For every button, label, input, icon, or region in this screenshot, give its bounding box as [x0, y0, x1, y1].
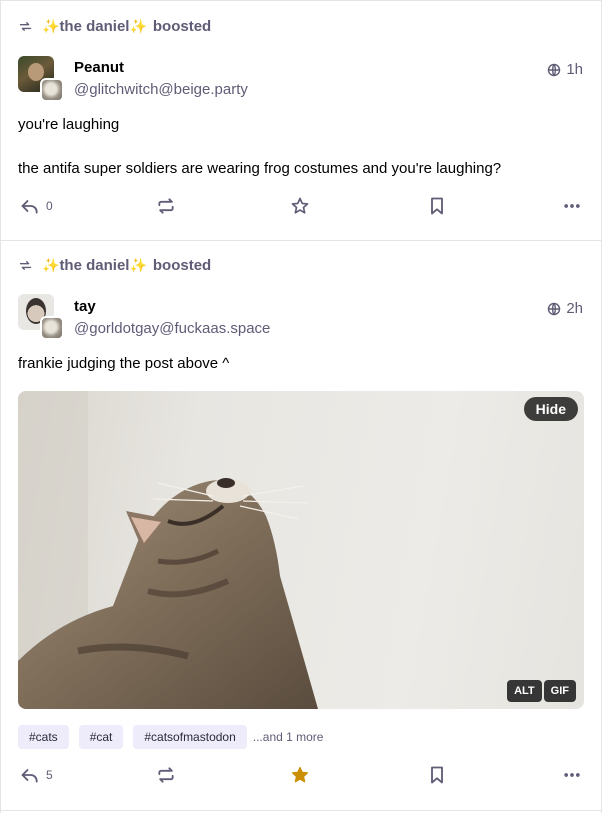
bookmark-icon	[431, 197, 443, 215]
account-handle: @gorldotgay@fuckaas.space	[74, 320, 271, 337]
star-icon	[291, 197, 309, 214]
cat-gif	[18, 391, 318, 709]
reply-count: 5	[46, 768, 53, 782]
hide-media-button[interactable]: Hide	[523, 397, 578, 421]
avatar[interactable]	[18, 294, 64, 340]
booster-link[interactable]: ✨ the daniel ✨	[42, 18, 147, 35]
alt-badge[interactable]: ALT	[507, 680, 542, 702]
timestamp-link[interactable]: 2h	[547, 300, 583, 317]
boost-button[interactable]	[156, 196, 176, 216]
globe-icon	[548, 302, 561, 315]
sparkles-emoji: ✨	[129, 18, 147, 34]
retweet-icon	[158, 198, 174, 214]
favourite-button[interactable]	[290, 196, 310, 216]
sparkles-emoji: ✨	[42, 257, 60, 273]
sparkles-emoji: ✨	[42, 18, 60, 34]
star-icon	[291, 766, 309, 783]
retweet-icon	[19, 22, 32, 31]
timestamp-link[interactable]: 1h	[547, 61, 583, 78]
status-text: you're laughing	[18, 116, 120, 133]
boost-indicator: ✨ the daniel ✨ boosted	[18, 257, 211, 274]
status-card[interactable]: ✨ the daniel ✨ boosted tay @gorldotgay@fuc…	[1, 241, 601, 811]
reply-icon	[21, 769, 38, 783]
boost-indicator: ✨ the daniel ✨ boosted	[18, 18, 211, 35]
bookmark-icon	[431, 766, 443, 784]
status-card[interactable]: ✨ the daniel ✨ boosted Peanut @glitchwitch…	[1, 0, 601, 241]
hashtag-link[interactable]: #catsofmastodon	[133, 725, 247, 749]
hashtag-link[interactable]: #cat	[78, 725, 124, 749]
hashtag-link[interactable]: #cats	[18, 725, 69, 749]
action-bar: 5	[1, 765, 601, 789]
reply-button[interactable]: 0	[20, 196, 53, 216]
gif-badge: GIF	[543, 680, 576, 702]
hashtag-bar: #cats #cat #catsofmastodon ...and 1 more	[18, 725, 323, 749]
account-handle: @glitchwitch@beige.party	[74, 81, 248, 98]
timeline: ✨ the daniel ✨ boosted Peanut @glitchwitch…	[0, 0, 602, 813]
action-bar: 0	[1, 196, 601, 220]
boost-verb: boosted	[152, 18, 212, 35]
booster-avatar	[40, 78, 64, 102]
ellipsis-icon	[564, 773, 580, 777]
favourite-button[interactable]	[290, 765, 310, 785]
more-button[interactable]	[562, 196, 582, 216]
booster-avatar	[40, 316, 64, 340]
avatar[interactable]	[18, 56, 64, 102]
status-text: the antifa super soldiers are wearing fr…	[18, 160, 502, 177]
booster-link[interactable]: ✨ the daniel ✨	[42, 257, 147, 274]
sparkles-emoji: ✨	[129, 257, 147, 273]
more-button[interactable]	[562, 765, 582, 785]
globe-icon	[548, 63, 561, 76]
reply-icon	[21, 200, 38, 214]
display-name[interactable]: Peanut	[74, 59, 124, 76]
boost-button[interactable]	[156, 765, 176, 785]
boost-verb: boosted	[152, 257, 212, 274]
reply-button[interactable]: 5	[20, 765, 53, 785]
retweet-icon	[19, 261, 32, 270]
status-text: frankie judging the post above ^	[18, 355, 230, 372]
display-name[interactable]: tay	[74, 298, 96, 315]
bookmark-button[interactable]	[427, 196, 447, 216]
media-badges: ALT GIF	[507, 680, 576, 702]
media-gallery[interactable]: Hide ALT GIF	[18, 391, 584, 709]
bookmark-button[interactable]	[427, 765, 447, 785]
reply-count: 0	[46, 199, 53, 213]
more-hashtags-link[interactable]: ...and 1 more	[253, 730, 324, 744]
ellipsis-icon	[564, 204, 580, 208]
retweet-icon	[158, 767, 174, 783]
